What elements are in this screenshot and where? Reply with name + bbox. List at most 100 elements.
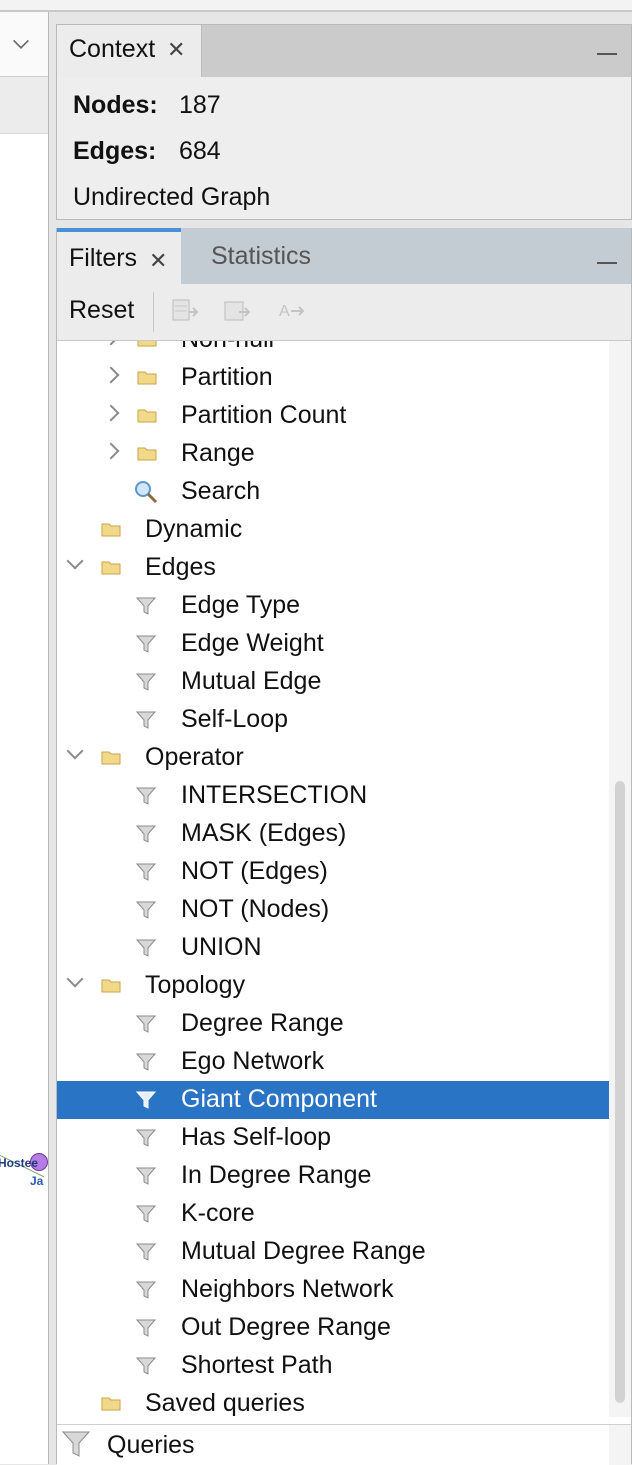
tree-item-label: Search — [181, 477, 261, 505]
filter-icon — [135, 1053, 157, 1071]
tree-item-union[interactable]: UNION — [57, 929, 609, 967]
tree-item-partition[interactable]: Partition — [57, 359, 609, 397]
tree-item-self-loop[interactable]: Self-Loop — [57, 701, 609, 739]
chevron-down-icon[interactable] — [66, 970, 84, 988]
tree-category-saved-queries[interactable]: Saved queries — [57, 1385, 609, 1417]
tree-item-search[interactable]: Search — [57, 473, 609, 511]
layout-dropdown[interactable] — [0, 12, 48, 77]
chevron-right-icon[interactable] — [102, 341, 120, 346]
window-top-border — [0, 0, 632, 12]
tree-item-label: K-core — [181, 1199, 255, 1227]
rename-icon[interactable]: A — [277, 298, 305, 324]
filter-icon — [135, 1129, 157, 1147]
context-tabbar: Context ✕ — [57, 25, 631, 77]
minimize-icon[interactable] — [597, 262, 617, 264]
tree-item-mutual-edge[interactable]: Mutual Edge — [57, 663, 609, 701]
tree-item-shortest-path[interactable]: Shortest Path — [57, 1347, 609, 1385]
folder-icon — [137, 341, 157, 347]
tree-item-label: Non-null — [181, 341, 274, 354]
tree-item-intersection[interactable]: INTERSECTION — [57, 777, 609, 815]
graph-node-label: Hostee — [0, 1156, 39, 1170]
filter-icon — [135, 863, 157, 881]
tree-item-label: UNION — [181, 933, 262, 961]
tree-item-partial[interactable]: Non-null — [57, 341, 609, 359]
export-table-icon[interactable] — [171, 298, 199, 324]
filter-icon — [135, 1015, 157, 1033]
graph-toolbar-strip — [0, 77, 48, 134]
tree-item-label: Shortest Path — [181, 1351, 333, 1379]
tree-item-label: NOT (Nodes) — [181, 895, 330, 923]
tree-item-label: Ego Network — [181, 1047, 325, 1075]
chevron-down-icon[interactable] — [66, 552, 84, 570]
edges-value: 684 — [179, 137, 221, 165]
tree-item-label: Edge Type — [181, 591, 301, 619]
filters-tree[interactable]: Non-null Partition Partition Count Range… — [57, 341, 609, 1417]
tree-item-edge-weight[interactable]: Edge Weight — [57, 625, 609, 663]
queries-scrollbar[interactable] — [609, 1425, 631, 1465]
tree-item-label: Degree Range — [181, 1009, 344, 1037]
tree-item-degree-range[interactable]: Degree Range — [57, 1005, 609, 1043]
tree-item-label: Mutual Degree Range — [181, 1237, 426, 1265]
filter-icon — [135, 1281, 157, 1299]
tree-item-label: INTERSECTION — [181, 781, 368, 809]
chevron-down-icon — [13, 33, 29, 49]
tree-item-mutual-degree-range[interactable]: Mutual Degree Range — [57, 1233, 609, 1271]
tree-category-topology[interactable]: Topology — [57, 967, 609, 1005]
tree-item-label: Self-Loop — [181, 705, 289, 733]
tree-item-edge-type[interactable]: Edge Type — [57, 587, 609, 625]
tree-category-dynamic[interactable]: Dynamic — [57, 511, 609, 549]
folder-icon — [137, 447, 157, 461]
filter-icon — [61, 1431, 91, 1457]
tree-item-partition-count[interactable]: Partition Count — [57, 397, 609, 435]
folder-icon — [101, 523, 121, 537]
filter-icon — [135, 825, 157, 843]
chevron-right-icon[interactable] — [102, 366, 120, 384]
tree-item-k-core[interactable]: K-core — [57, 1195, 609, 1233]
tab-context[interactable]: Context ✕ — [57, 25, 202, 77]
context-panel: Context ✕ Nodes: 187 Edges: 684 Undirect… — [56, 24, 632, 220]
folder-icon — [101, 979, 121, 993]
tree-item-label: Out Degree Range — [181, 1313, 391, 1341]
graph-node-sublabel: Ja — [30, 1174, 44, 1188]
tab-filters-label: Filters — [69, 244, 138, 272]
tree-item-mask-edges[interactable]: MASK (Edges) — [57, 815, 609, 853]
folder-icon — [101, 561, 121, 575]
tree-category-label: Operator — [145, 743, 244, 771]
tree-item-not-edges[interactable]: NOT (Edges) — [57, 853, 609, 891]
filter-icon — [135, 1205, 157, 1223]
export-filter-icon[interactable] — [223, 298, 251, 324]
close-icon[interactable]: ✕ — [149, 250, 167, 272]
filter-icon — [135, 787, 157, 805]
tree-item-not-nodes[interactable]: NOT (Nodes) — [57, 891, 609, 929]
scrollbar-thumb[interactable] — [615, 781, 625, 1403]
tree-item-has-self-loop[interactable]: Has Self-loop — [57, 1119, 609, 1157]
tree-item-label: MASK (Edges) — [181, 819, 347, 847]
queries-panel[interactable]: Queries — [57, 1424, 631, 1465]
filter-icon — [135, 1167, 157, 1185]
tree-category-operator[interactable]: Operator — [57, 739, 609, 777]
folder-icon — [101, 1397, 121, 1411]
filter-icon — [135, 673, 157, 691]
filter-icon — [135, 711, 157, 729]
tab-statistics[interactable]: Statistics — [211, 242, 311, 271]
svg-text:A: A — [279, 303, 290, 320]
tree-item-range[interactable]: Range — [57, 435, 609, 473]
folder-icon — [137, 409, 157, 423]
tree-category-edges[interactable]: Edges — [57, 549, 609, 587]
tree-item-neighbors-network[interactable]: Neighbors Network — [57, 1271, 609, 1309]
chevron-down-icon[interactable] — [66, 742, 84, 760]
toolbar-divider — [153, 292, 154, 332]
tree-item-giant-component[interactable]: Giant Component — [57, 1081, 609, 1119]
chevron-right-icon[interactable] — [102, 442, 120, 460]
tree-item-in-degree-range[interactable]: In Degree Range — [57, 1157, 609, 1195]
tree-scrollbar[interactable] — [609, 341, 631, 1417]
search-icon — [135, 481, 158, 504]
tree-item-out-degree-range[interactable]: Out Degree Range — [57, 1309, 609, 1347]
graph-panel[interactable]: Hostee Ja — [0, 12, 49, 1464]
tab-filters[interactable]: Filters ✕ — [57, 228, 181, 284]
minimize-icon[interactable] — [597, 53, 617, 55]
chevron-right-icon[interactable] — [102, 404, 120, 422]
tree-item-ego-network[interactable]: Ego Network — [57, 1043, 609, 1081]
reset-button[interactable]: Reset — [69, 296, 134, 325]
close-icon[interactable]: ✕ — [167, 39, 185, 61]
